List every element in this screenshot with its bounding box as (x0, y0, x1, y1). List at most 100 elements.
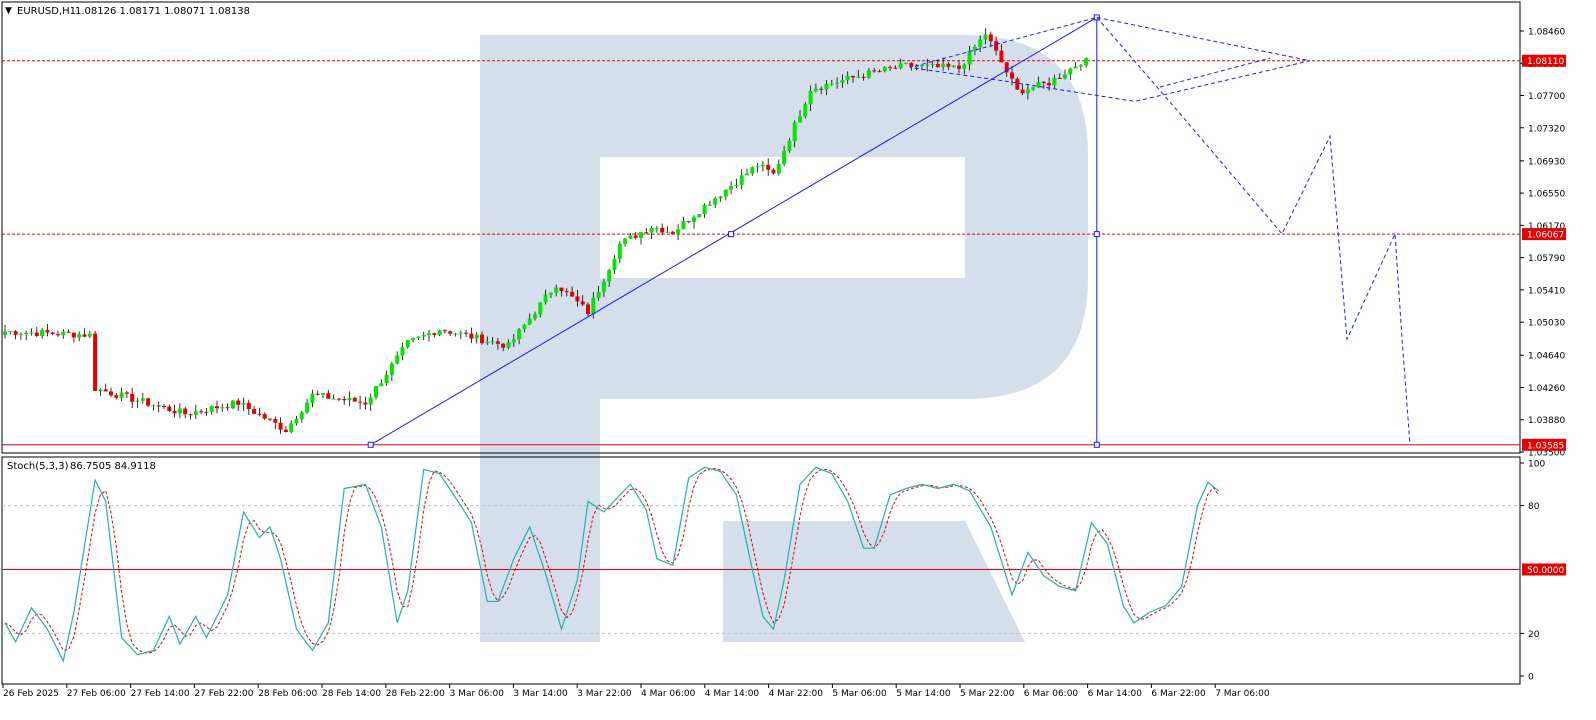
candle-body (241, 402, 246, 405)
candle-body (29, 332, 34, 334)
candle-body (930, 63, 935, 65)
price-tick-label: 1.04260 (1528, 384, 1565, 394)
candle (172, 404, 177, 418)
candle-body (177, 408, 182, 414)
candle-body (856, 76, 861, 78)
candle-body (713, 198, 718, 205)
candle-body (575, 296, 580, 302)
candle (29, 328, 34, 336)
candle (135, 398, 140, 409)
candle (209, 405, 214, 415)
candle (411, 337, 416, 343)
candle-body (50, 332, 55, 335)
candle (56, 330, 60, 337)
candle (331, 394, 336, 400)
candle-body (829, 83, 834, 85)
candle (50, 331, 55, 336)
candle (342, 396, 347, 405)
candle-body (851, 75, 855, 78)
candle (400, 342, 405, 361)
candle-body (660, 227, 665, 233)
candle (34, 326, 39, 338)
candle-body (103, 389, 108, 392)
candle-body (994, 41, 999, 51)
candle-body (872, 70, 877, 72)
watermark-bar (723, 521, 1025, 642)
candle-body (151, 405, 156, 407)
candle-body (71, 332, 76, 338)
candle-body (835, 82, 840, 84)
price-tick-label: 1.07320 (1528, 124, 1565, 134)
candle-body (951, 65, 956, 67)
candle-body (405, 340, 410, 348)
candle-body (374, 386, 378, 398)
candle-body (310, 393, 315, 403)
stoch-tick-label: 80 (1528, 502, 1540, 512)
candle-body (538, 302, 543, 315)
candle (268, 418, 272, 422)
candle-body (294, 419, 299, 424)
candle-body (723, 189, 728, 197)
candle-body (771, 169, 776, 174)
time-tick-label: 5 Mar 06:00 (832, 689, 887, 699)
candle-body (146, 398, 151, 406)
candle-body (554, 287, 559, 293)
chart-window[interactable]: 1.084601.080801.077001.073201.069301.065… (0, 0, 1596, 716)
candle-body (8, 331, 13, 333)
candle (676, 224, 681, 241)
candle-body (427, 333, 431, 336)
candle-body (352, 397, 357, 402)
candle-body (1010, 72, 1014, 79)
candle (665, 226, 670, 234)
candle-body (978, 39, 983, 48)
candle-body (1057, 77, 1062, 79)
candle (8, 330, 13, 335)
candle-body (654, 227, 659, 229)
candle (114, 392, 119, 400)
candle-body (188, 414, 193, 416)
chart-canvas[interactable]: 1.084601.080801.077001.073201.069301.065… (0, 0, 1596, 716)
time-tick-label: 26 Feb 2025 (3, 689, 59, 699)
candle (278, 417, 283, 434)
candle-body (522, 324, 527, 330)
candle-body (877, 71, 882, 73)
candle-body (904, 62, 908, 64)
candle (241, 397, 246, 412)
anchor-point (728, 231, 735, 238)
candle-body (962, 64, 967, 69)
candle (61, 328, 66, 339)
candle (252, 406, 257, 415)
time-tick-label: 28 Feb 14:00 (322, 689, 381, 699)
stoch-values: 86.7505 84.9118 (70, 461, 156, 472)
candle (93, 330, 98, 392)
candle (326, 390, 331, 399)
candle-body (395, 355, 400, 364)
candle-body (739, 175, 744, 186)
stoch-signal-line (4, 468, 1220, 654)
stoch-tick-label: 0 (1528, 673, 1534, 683)
candle (427, 329, 431, 342)
symbol-menu-arrow[interactable]: ▼ (5, 6, 12, 16)
candle-body (782, 151, 787, 164)
candle-body (586, 304, 590, 315)
candle (458, 330, 463, 340)
candle (193, 404, 198, 419)
candle (469, 327, 474, 344)
candle-body (109, 391, 113, 396)
candle-body (283, 429, 288, 433)
candle-body (448, 331, 453, 334)
candle (220, 403, 225, 412)
candle-body (156, 405, 161, 407)
candle (660, 223, 665, 236)
candle (77, 331, 82, 342)
candle (24, 330, 29, 341)
candle (803, 102, 808, 119)
candle-body (633, 235, 638, 238)
time-tick-label: 27 Feb 06:00 (67, 689, 126, 699)
candle (649, 226, 654, 240)
candle (130, 387, 135, 409)
candle-body (580, 301, 585, 305)
candle-body (750, 167, 755, 174)
candle-body (718, 196, 723, 199)
candle-body (983, 34, 988, 40)
